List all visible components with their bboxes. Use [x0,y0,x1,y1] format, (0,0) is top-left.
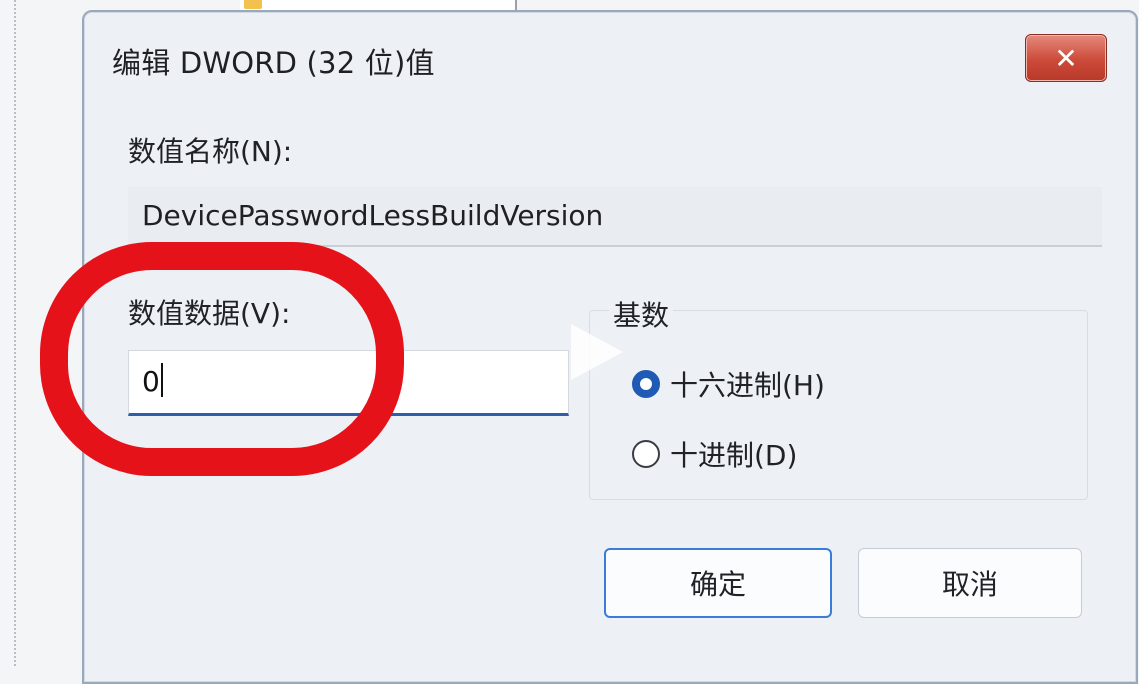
text-caret [160,363,163,397]
dialog-title: 编辑 DWORD (32 位)值 [112,46,435,80]
value-data-input[interactable]: 0 [128,350,569,416]
value-name-label: 数值名称(N): [128,135,293,168]
radio-hex[interactable]: 十六进制(H) [632,364,825,404]
close-icon: ✕ [1054,41,1078,75]
background-divider [14,0,16,666]
radio-decimal[interactable]: 十进制(D) [632,434,797,474]
radio-decimal-label: 十进制(D) [670,439,798,472]
radio-selected-icon [632,370,660,398]
cancel-button[interactable]: 取消 [858,548,1082,618]
folder-icon [244,0,262,9]
value-data-text: 0 [142,365,160,398]
value-data-label: 数值数据(V): [128,297,291,330]
radio-unselected-icon [632,440,660,468]
play-icon [571,324,623,380]
close-button[interactable]: ✕ [1025,34,1107,82]
radio-hex-label: 十六进制(H) [670,369,825,402]
ok-button[interactable]: 确定 [604,548,832,618]
value-name-field: DevicePasswordLessBuildVersion [128,187,1102,247]
